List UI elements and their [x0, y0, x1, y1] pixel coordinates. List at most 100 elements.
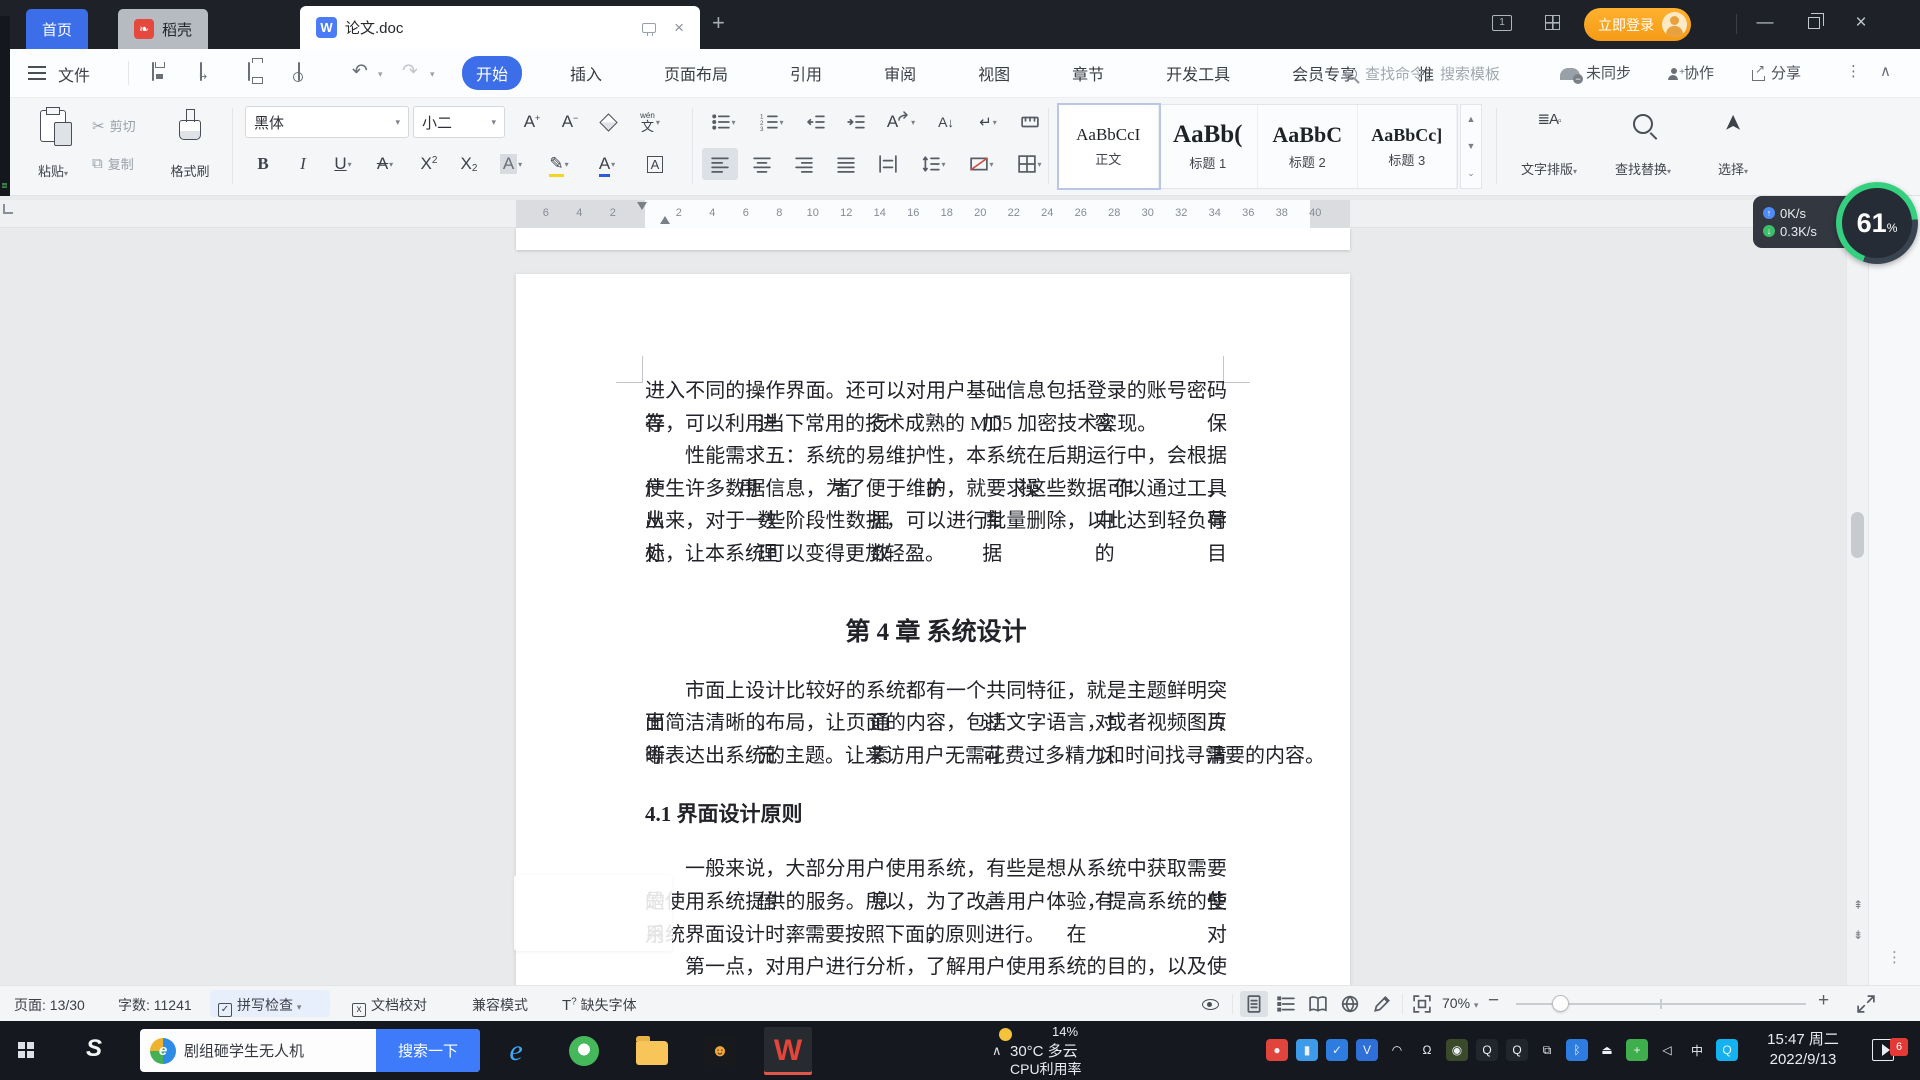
- justify-icon[interactable]: [828, 148, 864, 180]
- shading-icon[interactable]: ▾: [960, 148, 1004, 180]
- style-item[interactable]: AaBbCcI 正文: [1059, 105, 1159, 188]
- s-app-icon[interactable]: S: [86, 1035, 102, 1063]
- tray-icon[interactable]: ⧉: [1536, 1039, 1558, 1061]
- tray-icon[interactable]: ◠: [1386, 1039, 1408, 1061]
- doc-line[interactable]: 性能需求五：系统的易维护性，本系统在后期运行中，会根据使用者的操作，: [645, 440, 1227, 473]
- sort-icon[interactable]: A↓: [928, 106, 964, 138]
- char-width-icon[interactable]: [1012, 106, 1048, 138]
- tray-icon[interactable]: Ω: [1416, 1039, 1438, 1061]
- font-color-icon[interactable]: A▾: [589, 148, 625, 180]
- tray-icon[interactable]: Q: [1476, 1039, 1498, 1061]
- tab-stop-selector[interactable]: [3, 204, 13, 214]
- redo-dropdown-icon[interactable]: ▾: [430, 69, 435, 80]
- weather-text[interactable]: 30°C 多云: [1010, 1040, 1078, 1061]
- black-app-icon[interactable]: ☻: [696, 1027, 744, 1075]
- char-shading-icon[interactable]: A▾: [493, 148, 529, 180]
- undo-dropdown-icon[interactable]: ▾: [378, 69, 383, 80]
- ie-browser-icon[interactable]: e: [492, 1027, 540, 1075]
- document-canvas[interactable]: 进入不同的操作界面。还可以对用户基础信息包括登录的账号密码等进行加密保存，可以利…: [0, 228, 1846, 985]
- document-text[interactable]: 进入不同的操作界面。还可以对用户基础信息包括登录的账号密码等进行加密保存，可以利…: [645, 375, 1227, 984]
- zoom-value[interactable]: 70% ▾: [1442, 995, 1478, 1011]
- highlight-icon[interactable]: ✎▾: [541, 148, 577, 180]
- tray-icon[interactable]: +: [1626, 1039, 1648, 1061]
- char-border-icon[interactable]: A: [637, 148, 673, 180]
- style-gallery-scroll[interactable]: ▲▼⌄: [1460, 104, 1482, 189]
- doc-line[interactable]: 进入不同的操作界面。还可以对用户基础信息包括登录的账号密码等进行加密保: [645, 375, 1227, 408]
- collaborate-button[interactable]: 协作: [1668, 62, 1714, 83]
- restore-button[interactable]: [1808, 17, 1820, 29]
- more-menu-icon[interactable]: ⋮: [1846, 62, 1861, 80]
- first-line-indent-marker[interactable]: [637, 202, 647, 210]
- cut-button[interactable]: ✂剪切: [92, 116, 136, 135]
- tab-home[interactable]: 首页: [26, 9, 88, 49]
- distribute-icon[interactable]: [870, 148, 906, 180]
- tray-icon[interactable]: ◁: [1656, 1039, 1678, 1061]
- doc-line[interactable]: 市面上设计比较好的系统都有一个共同特征，就是主题鲜明突出。通过对页: [645, 675, 1227, 708]
- menu-overflow-icon[interactable]: ›: [1318, 65, 1322, 80]
- rail-more-icon[interactable]: ⋮: [1869, 948, 1920, 966]
- align-right-icon[interactable]: [786, 148, 822, 180]
- menu-tab[interactable]: 插入: [556, 56, 616, 90]
- green-browser-icon[interactable]: [560, 1027, 608, 1075]
- align-left-icon[interactable]: [702, 148, 738, 180]
- eye-protect-icon[interactable]: [1196, 991, 1224, 1017]
- bullet-list-icon[interactable]: ▾: [702, 106, 746, 138]
- tray-icon[interactable]: V: [1356, 1039, 1378, 1061]
- doc-line[interactable]: 存，可以利用当下常用的技术成熟的 MD5 加密技术实现。: [645, 408, 1227, 441]
- menu-tab[interactable]: 章节: [1058, 56, 1118, 90]
- tray-icon[interactable]: Q: [1716, 1039, 1738, 1061]
- tray-icon[interactable]: ⏏: [1596, 1039, 1618, 1061]
- subscript-icon[interactable]: X2: [451, 148, 487, 180]
- decrease-font-icon[interactable]: A−: [552, 106, 588, 138]
- borders-icon[interactable]: ▾: [1008, 148, 1052, 180]
- doc-line[interactable]: 第 4 章 系统设计: [645, 613, 1227, 653]
- find-replace-button[interactable]: 查找替换▾: [1600, 106, 1686, 186]
- proofread-button[interactable]: x文档校对: [352, 995, 427, 1017]
- taskbar-clock[interactable]: 15:47 周二 2022/9/13: [1748, 1030, 1858, 1070]
- wps-app-icon[interactable]: W: [764, 1027, 812, 1075]
- doc-line[interactable]: 出来，对于一些阶段性数据，可以进行批量删除，以此达到轻负荷处理数据的目: [645, 505, 1227, 538]
- print-preview-icon[interactable]: [298, 63, 320, 83]
- numbered-list-icon[interactable]: 123▾: [750, 106, 794, 138]
- pinyin-guide-icon[interactable]: wén文▾: [628, 106, 672, 138]
- doc-line[interactable]: 是使用系统提供的服务。所以，为了改善用户体验，提高系统的使用率，在对: [645, 886, 1227, 919]
- tray-icon[interactable]: ●: [1266, 1039, 1288, 1061]
- scrollbar-thumb[interactable]: [1851, 512, 1864, 558]
- export-icon[interactable]: [200, 63, 222, 83]
- underline-icon[interactable]: U▾: [325, 148, 361, 180]
- text-layout-button[interactable]: ≣A▫ 文字排版▾: [1506, 106, 1592, 186]
- tray-icon[interactable]: ◉: [1446, 1039, 1468, 1061]
- file-menu[interactable]: 文件: [58, 62, 90, 86]
- memory-usage-ball[interactable]: 61 %: [1836, 182, 1918, 264]
- doc-line[interactable]: 产生许多数据信息，为了便于维护，就要求这些数据可以通过工具从数据库中导: [645, 473, 1227, 506]
- menu-tab[interactable]: 审阅: [870, 56, 930, 90]
- doc-line[interactable]: 面简洁清晰的布局，让页面的内容，包括文字语言，或者视频图片等元素可以清: [645, 707, 1227, 740]
- menu-tab[interactable]: 开始: [462, 56, 522, 90]
- text-direction-icon[interactable]: A▾: [878, 106, 924, 138]
- format-painter-button[interactable]: 格式刷: [158, 104, 222, 188]
- increase-font-icon[interactable]: A+: [514, 106, 550, 138]
- missing-fonts-button[interactable]: T? 缺失字体: [562, 995, 637, 1015]
- bold-icon[interactable]: B: [245, 148, 281, 180]
- strikethrough-icon[interactable]: A▾: [367, 148, 403, 180]
- menu-tab[interactable]: 页面布局: [650, 56, 742, 90]
- vertical-scrollbar[interactable]: ⇞ ⇟: [1846, 228, 1868, 985]
- login-button[interactable]: 立即登录: [1584, 8, 1691, 41]
- line-spacing-icon[interactable]: ▾: [912, 148, 956, 180]
- menu-tab[interactable]: 开发工具: [1152, 56, 1244, 90]
- cast-icon[interactable]: [642, 23, 656, 33]
- ink-view-icon[interactable]: [1368, 991, 1396, 1017]
- previous-page-button[interactable]: ⇞: [1849, 896, 1867, 914]
- minimize-button[interactable]: —: [1752, 12, 1778, 32]
- zoom-slider-knob[interactable]: [1552, 995, 1569, 1012]
- window-mode-icon[interactable]: 1: [1492, 15, 1512, 31]
- command-search[interactable]: [1345, 59, 1545, 89]
- font-name-select[interactable]: 黑体▾: [245, 106, 409, 138]
- close-button[interactable]: ×: [1848, 12, 1874, 34]
- style-item[interactable]: AaBb( 标题 1: [1159, 105, 1259, 188]
- doc-line[interactable]: 4.1 界面设计原则: [645, 799, 1227, 829]
- web-view-icon[interactable]: [1336, 991, 1364, 1017]
- increase-indent-icon[interactable]: [838, 106, 874, 138]
- share-button[interactable]: 分享: [1752, 62, 1801, 83]
- tray-icon[interactable]: ✓: [1326, 1039, 1348, 1061]
